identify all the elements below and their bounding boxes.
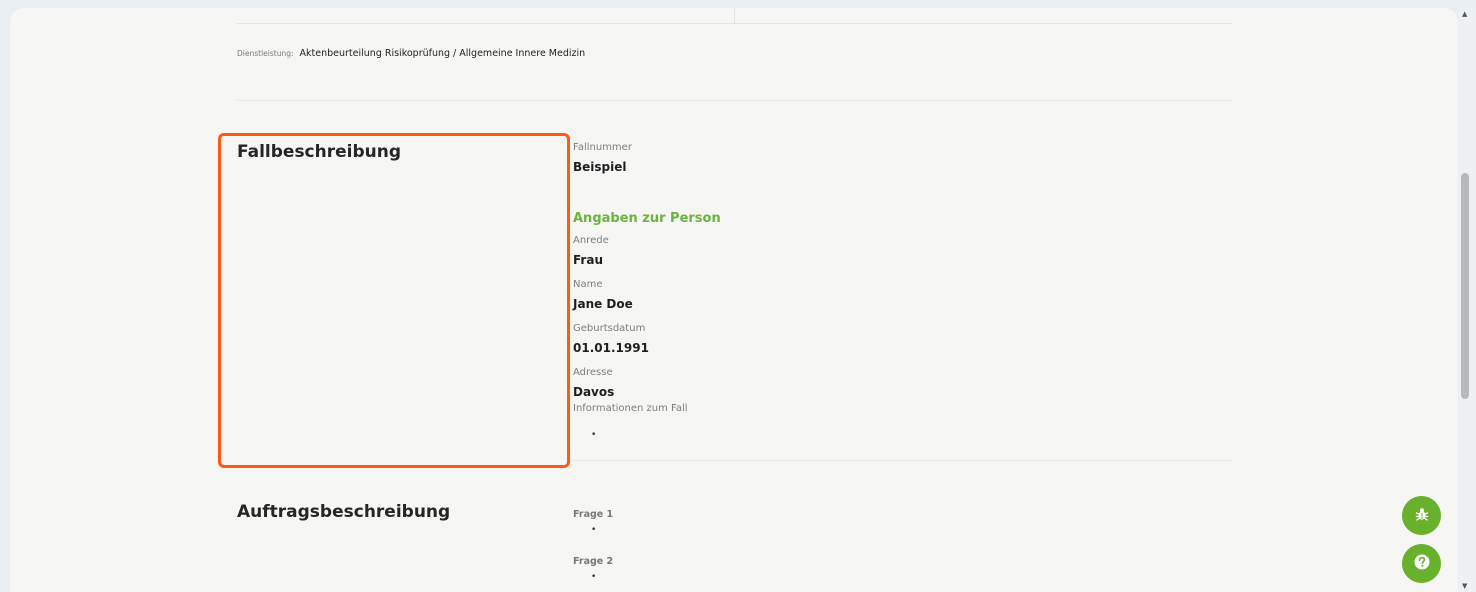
info-label: Informationen zum Fall: [573, 403, 688, 414]
name-value: Jane Doe: [573, 297, 633, 311]
divider: [237, 23, 1232, 24]
question-bullet: •: [591, 525, 597, 535]
service-value: Aktenbeurteilung Risikoprüfung / Allgeme…: [299, 48, 586, 59]
fallnummer-label: Fallnummer: [573, 142, 632, 153]
divider: [237, 100, 1232, 101]
service-label: Dienstleistung:: [237, 49, 294, 58]
question-bullet: •: [591, 572, 597, 582]
name-label: Name: [573, 279, 603, 290]
highlight-box: [218, 133, 570, 468]
scroll-up-arrow-icon[interactable]: ▲: [1462, 10, 1467, 18]
person-heading: Angaben zur Person: [573, 211, 721, 226]
anrede-value: Frau: [573, 253, 603, 267]
service-line: Dienstleistung: Aktenbeurteilung Risikop…: [237, 48, 585, 59]
question-label: Frage 2: [573, 556, 614, 567]
bug-icon: [1414, 506, 1430, 526]
adresse-value: Davos: [573, 385, 615, 399]
geburtsdatum-value: 01.01.1991: [573, 341, 649, 355]
divider: [734, 8, 735, 23]
scrollbar-thumb[interactable]: [1461, 173, 1469, 399]
question-mark-icon: [1413, 553, 1431, 575]
adresse-label: Adresse: [573, 367, 613, 378]
bug-report-button[interactable]: [1402, 496, 1441, 535]
help-button[interactable]: [1402, 544, 1441, 583]
fallnummer-value: Beispiel: [573, 160, 627, 174]
main-card: Dienstleistung: Aktenbeurteilung Risikop…: [10, 8, 1458, 592]
info-bullet: •: [591, 430, 597, 440]
geburtsdatum-label: Geburtsdatum: [573, 323, 646, 334]
section-title-auftragsbeschreibung: Auftragsbeschreibung: [237, 502, 451, 522]
question-label: Frage 1: [573, 509, 614, 520]
section-title-fallbeschreibung: Fallbeschreibung: [237, 142, 402, 162]
scroll-down-arrow-icon[interactable]: ▼: [1462, 582, 1467, 590]
divider: [572, 460, 1232, 461]
anrede-label: Anrede: [573, 235, 609, 246]
